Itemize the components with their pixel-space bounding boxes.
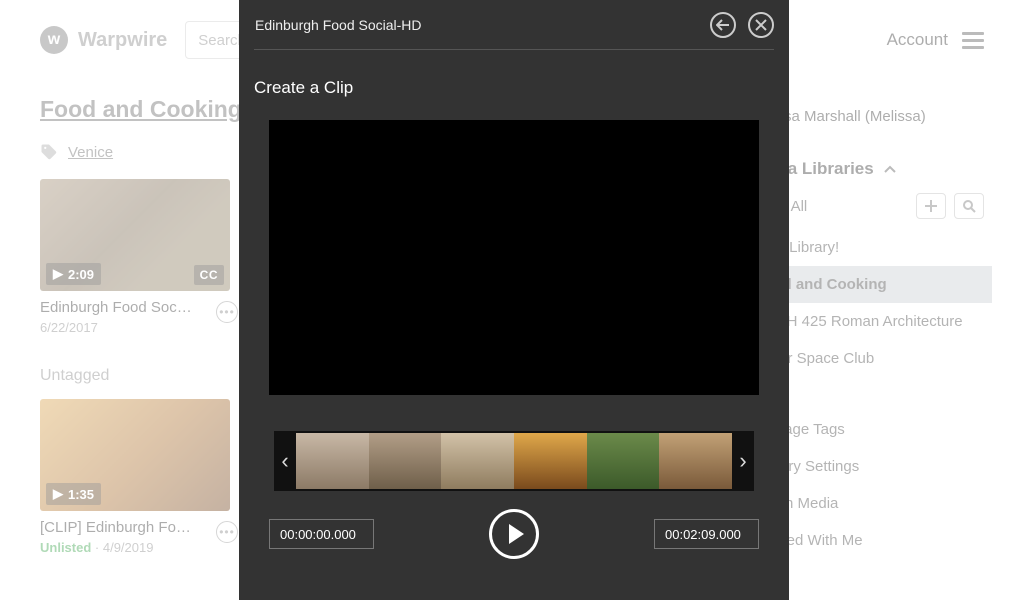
modal-title: Edinburgh Food Social-HD [254,17,698,33]
timeline-strip[interactable]: ‹ › [274,431,754,491]
timeline-frame[interactable] [587,433,660,489]
timeline-frame[interactable] [659,433,732,489]
clip-modal: Edinburgh Food Social-HD Create a Clip ‹… [239,0,789,600]
play-button[interactable] [489,509,539,559]
close-icon [755,19,767,31]
arrow-left-icon [716,19,730,31]
end-timecode-input[interactable]: 00:02:09.000 [654,519,759,549]
strip-next[interactable]: › [732,431,754,491]
timeline-frame[interactable] [514,433,587,489]
timeline-frame[interactable] [369,433,442,489]
strip-prev[interactable]: ‹ [274,431,296,491]
close-button[interactable] [748,12,774,38]
modal-heading: Create a Clip [254,78,774,98]
timeline-frame[interactable] [296,433,369,489]
video-preview[interactable] [269,120,759,395]
play-icon [509,524,524,544]
timeline-frame[interactable] [441,433,514,489]
back-button[interactable] [710,12,736,38]
start-timecode-input[interactable]: 00:00:00.000 [269,519,374,549]
